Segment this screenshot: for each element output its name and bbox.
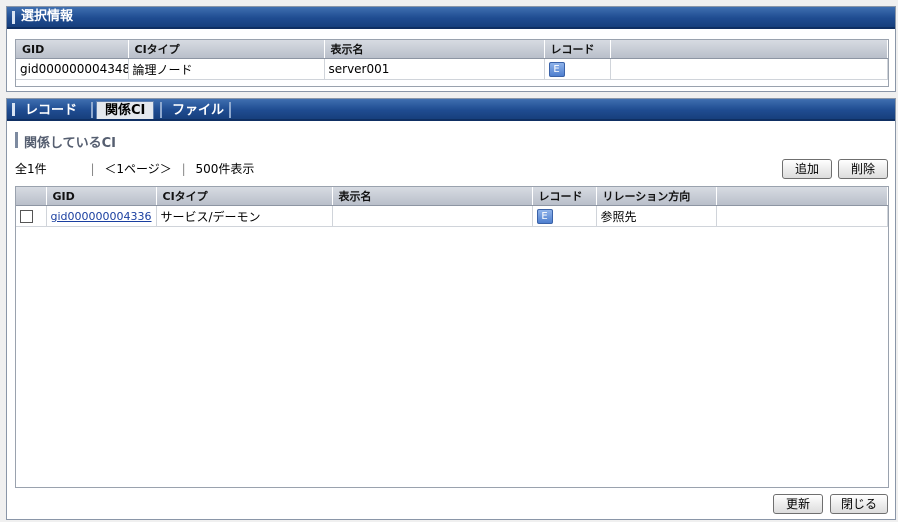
ci-type-cell: 論理ノード [128, 58, 325, 80]
record-e-icon[interactable]: E [548, 62, 565, 77]
record-cell: E [544, 58, 611, 80]
selection-panel-title: 選択情報 [7, 7, 895, 29]
col-record: レコード [544, 40, 611, 59]
selection-panel: 選択情報 GID CIタイプ 表示名 レコード gid000000004348 … [6, 6, 896, 92]
col-display-name[interactable]: 表示名 [332, 187, 533, 206]
related-table-frame: GID CIタイプ 表示名 レコード リレーション方向 gid000000004… [15, 186, 889, 488]
selection-table: GID CIタイプ 表示名 レコード gid000000004348 論理ノード… [16, 40, 888, 80]
total-count: 全1件 [15, 162, 47, 176]
ci-type-cell: サービス/デーモン [156, 205, 333, 227]
col-ci-type[interactable]: CIタイプ [156, 187, 333, 206]
record-e-icon[interactable]: E [536, 209, 553, 224]
section-title: 関係しているCI [24, 136, 116, 151]
close-button[interactable]: 閉じる [830, 494, 888, 514]
col-gid[interactable]: GID [46, 187, 157, 206]
section-marker [15, 132, 18, 148]
selection-table-frame: GID CIタイプ 表示名 レコード gid000000004348 論理ノード… [15, 39, 889, 87]
table-row: gid000000004348 論理ノード server001 E [16, 58, 888, 80]
gid-cell: gid000000004348 [16, 58, 129, 80]
empty-cell [716, 205, 888, 227]
gid-link[interactable]: gid000000004336 [51, 210, 152, 223]
delete-button[interactable]: 削除 [838, 159, 888, 179]
col-display-name: 表示名 [324, 40, 545, 59]
related-panel: レコード 関係CI ファイル 関係しているCI 全1件 | ＜1ページ＞ | 5… [6, 98, 896, 520]
row-checkbox[interactable] [20, 210, 33, 223]
empty-cell [610, 58, 888, 80]
col-select [16, 187, 47, 206]
display-name-cell: server001 [324, 58, 545, 80]
record-cell: E [532, 205, 597, 227]
direction-cell: 参照先 [596, 205, 717, 227]
select-cell [16, 205, 47, 227]
pager-separator: | [181, 162, 186, 176]
related-table: GID CIタイプ 表示名 レコード リレーション方向 gid000000004… [16, 187, 888, 227]
tab-divider [229, 102, 231, 118]
refresh-button[interactable]: 更新 [773, 494, 823, 514]
col-direction[interactable]: リレーション方向 [596, 187, 717, 206]
tab-related-ci[interactable]: 関係CI [96, 101, 155, 119]
page-nav[interactable]: ＜1ページ＞ [104, 162, 171, 176]
display-name-cell [332, 205, 533, 227]
pager: 全1件 | ＜1ページ＞ | 500件表示 [15, 160, 254, 177]
col-record: レコード [532, 187, 597, 206]
tab-divider [160, 102, 162, 118]
tab-file[interactable]: ファイル [164, 102, 232, 119]
tab-divider [91, 102, 93, 118]
col-ci-type: CIタイプ [128, 40, 325, 59]
col-gid: GID [16, 40, 129, 59]
per-page-link[interactable]: 500件表示 [195, 162, 254, 176]
pager-separator: | [90, 162, 95, 176]
gid-cell: gid000000004336 [46, 205, 157, 227]
table-row: gid000000004336 サービス/デーモン E 参照先 [16, 205, 888, 227]
add-button[interactable]: 追加 [782, 159, 832, 179]
col-empty [610, 40, 888, 59]
tab-record[interactable]: レコード [17, 102, 85, 119]
col-empty [716, 187, 888, 206]
tab-bar: レコード 関係CI ファイル [7, 99, 895, 121]
